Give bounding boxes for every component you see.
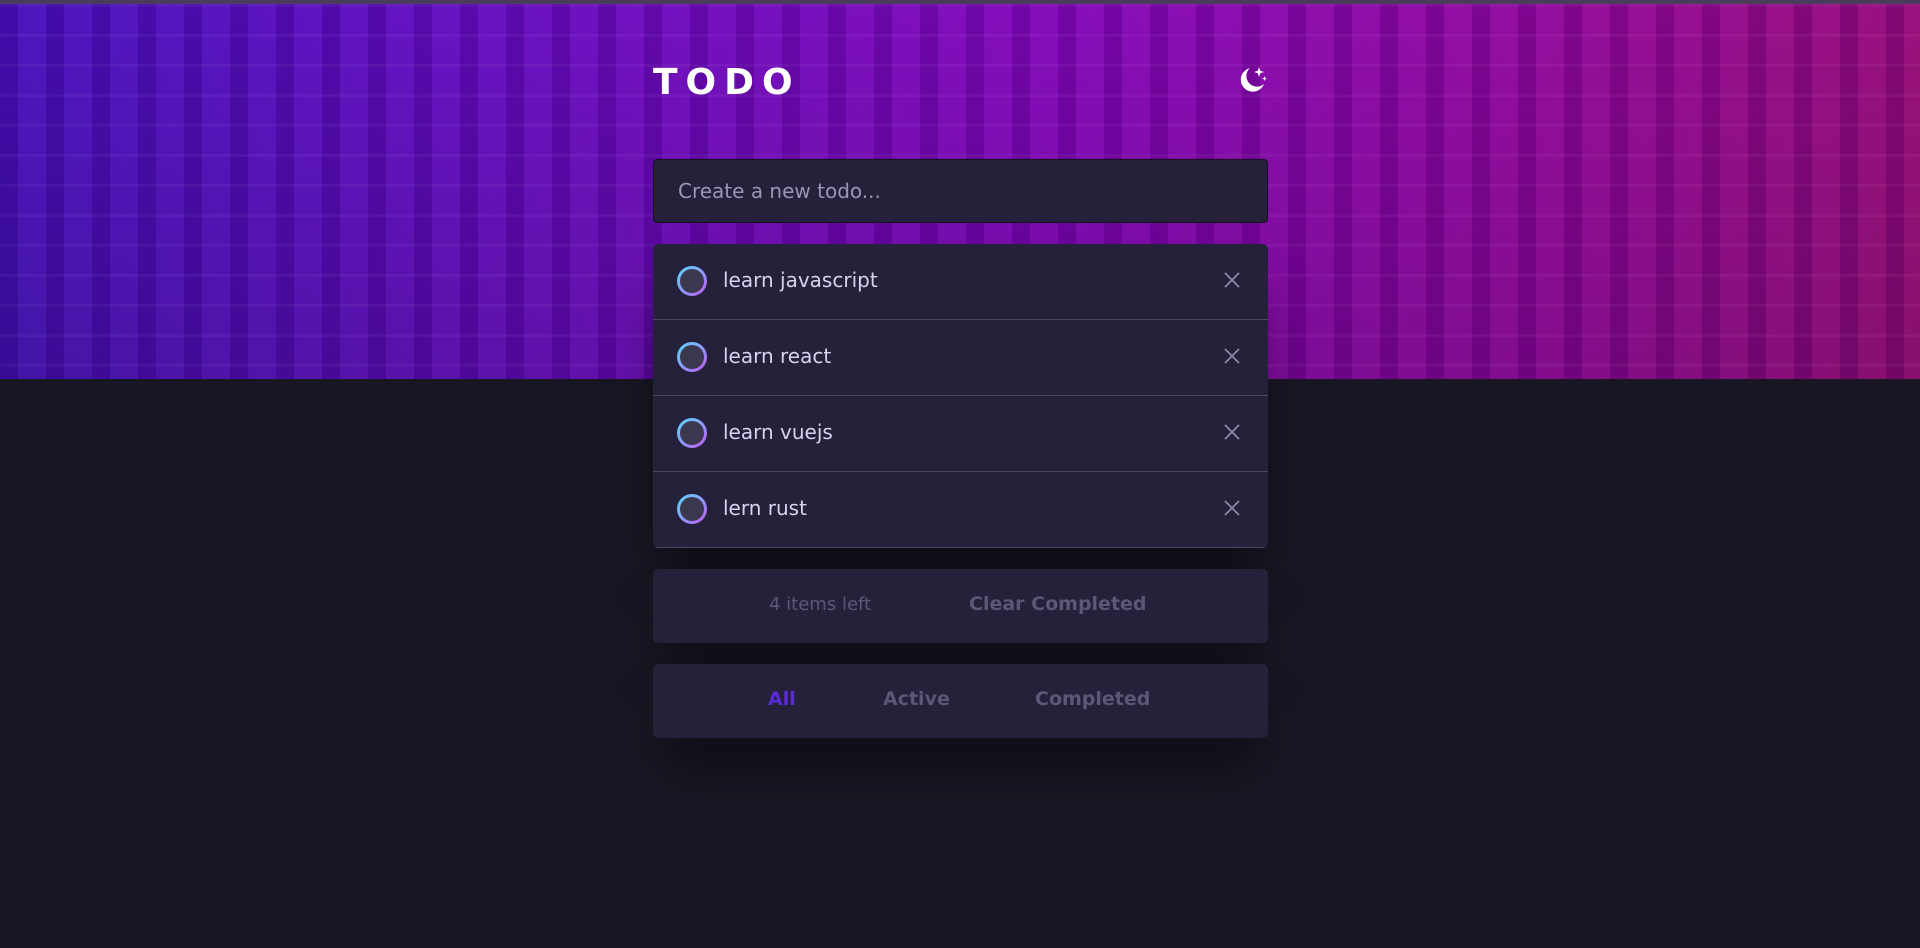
delete-button[interactable]	[1222, 270, 1242, 290]
todo-text[interactable]: learn vuejs	[723, 420, 833, 444]
checkbox-inner	[680, 269, 704, 293]
app-title: TODO	[653, 62, 801, 103]
todo-item: learn vuejs	[653, 396, 1268, 472]
todo-checkbox[interactable]	[677, 494, 707, 524]
todo-text[interactable]: learn javascript	[723, 268, 878, 292]
todo-checkbox[interactable]	[677, 418, 707, 448]
close-icon	[1224, 348, 1240, 364]
items-left-count: 4 items left	[769, 594, 872, 615]
filter-completed[interactable]: Completed	[1035, 688, 1150, 710]
close-icon	[1224, 424, 1240, 440]
new-todo-input[interactable]	[654, 160, 1267, 222]
todo-item: learn javascript	[653, 244, 1268, 320]
todo-checkbox[interactable]	[677, 342, 707, 372]
todo-list: learn javascript learn react learn vuejs…	[653, 244, 1268, 548]
todo-item: learn react	[653, 320, 1268, 396]
todo-checkbox[interactable]	[677, 266, 707, 296]
theme-toggle-button[interactable]	[1236, 64, 1268, 96]
close-icon	[1224, 500, 1240, 516]
checkbox-inner	[680, 497, 704, 521]
todo-item: lern rust	[653, 472, 1268, 548]
close-icon	[1224, 272, 1240, 288]
checkbox-inner	[680, 421, 704, 445]
new-todo-field[interactable]	[653, 159, 1268, 223]
delete-button[interactable]	[1222, 422, 1242, 442]
checkbox-inner	[680, 345, 704, 369]
filter-active[interactable]: Active	[883, 688, 950, 710]
list-footer: 4 items left Clear Completed	[653, 569, 1268, 643]
filter-all[interactable]: All	[768, 688, 796, 710]
clear-completed-button[interactable]: Clear Completed	[969, 593, 1147, 615]
header: TODO	[653, 60, 1268, 104]
filter-bar: All Active Completed	[653, 664, 1268, 738]
delete-button[interactable]	[1222, 498, 1242, 518]
todo-text[interactable]: learn react	[723, 344, 831, 368]
delete-button[interactable]	[1222, 346, 1242, 366]
todo-text[interactable]: lern rust	[723, 496, 807, 520]
moon-stars-icon	[1240, 67, 1267, 92]
